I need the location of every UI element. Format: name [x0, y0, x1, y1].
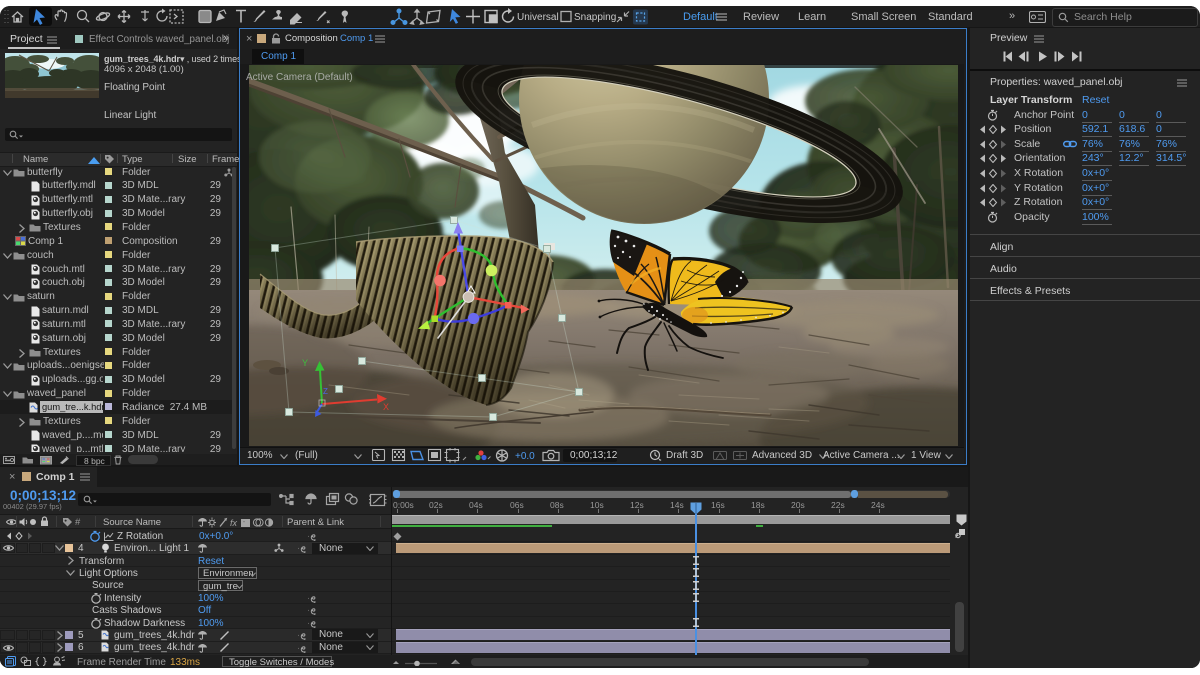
svg-text:Universal: Universal — [517, 12, 559, 23]
svg-text:Snapping: Snapping — [574, 12, 616, 23]
svg-text:Y: Y — [302, 358, 308, 368]
svg-text:Z: Z — [323, 387, 328, 396]
svg-text:+0.0: +0.0 — [515, 451, 535, 462]
svg-text:fx: fx — [230, 518, 238, 528]
svg-text:X: X — [383, 402, 389, 412]
